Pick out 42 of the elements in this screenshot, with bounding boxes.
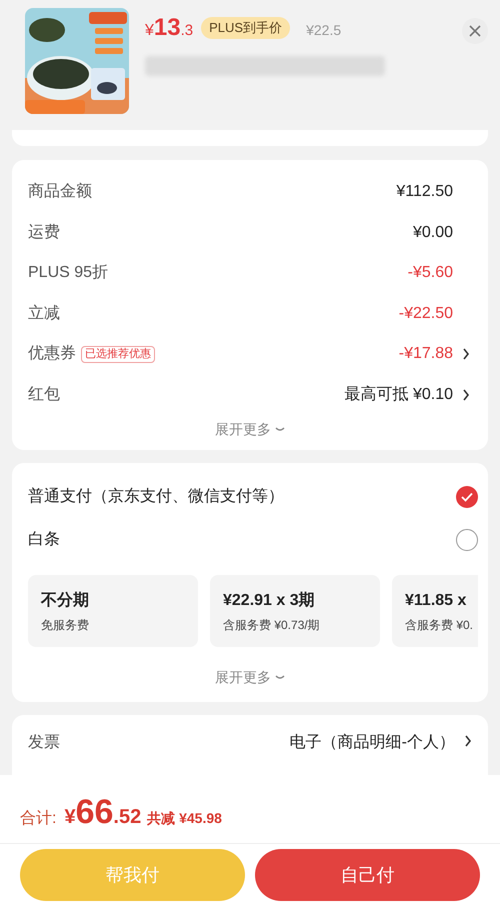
price: 13 <box>154 13 181 43</box>
currency-symbol: ¥ <box>145 21 154 41</box>
row-value: 电子（商品明细-个人） <box>290 732 455 753</box>
chevron-down-icon <box>275 674 285 680</box>
plus-price-badge: PLUS到手价 <box>201 17 290 39</box>
installment-option[interactable]: ¥22.91 x 3期 含服务费 ¥0.73/期 <box>210 575 380 647</box>
checked-radio[interactable] <box>456 486 478 508</box>
row-value: ¥0.00 <box>412 222 453 243</box>
recommended-tag: 已选推荐优惠 <box>81 346 155 363</box>
total-decimal: .52 <box>113 805 142 830</box>
radio-button[interactable] <box>456 528 478 550</box>
savings-amount: 共减 ¥45.98 <box>147 809 222 828</box>
installment-option[interactable]: ¥11.85 x 含服务费 ¥0. <box>392 575 478 647</box>
chevron-right-icon <box>464 735 472 747</box>
original-price: ¥22.5 <box>306 21 342 40</box>
row-value: -¥5.60 <box>408 263 453 284</box>
row-label: 优惠券 <box>28 344 76 364</box>
row-label: 商品金额 <box>28 182 92 202</box>
payment-option[interactable]: 白条 <box>28 518 488 561</box>
payment-option[interactable]: 普通支付（京东支付、微信支付等） <box>28 475 488 518</box>
total-amount: 66 <box>76 795 114 829</box>
installment-option[interactable]: 不分期 免服务费 <box>28 575 198 647</box>
expand-more-button[interactable]: 展开更多 <box>215 419 285 440</box>
row-value: 最高可抵 ¥0.10 <box>344 384 453 405</box>
row-label: 发票 <box>28 733 60 753</box>
row-label: 红包 <box>28 384 60 405</box>
row-label: 立减 <box>28 304 60 324</box>
check-icon <box>461 492 473 502</box>
total-label: 合计: <box>20 808 56 829</box>
price-decimal: .3 <box>180 21 194 41</box>
close-button[interactable] <box>462 18 488 44</box>
row-value: -¥17.88 <box>398 344 453 364</box>
row-label: 运费 <box>28 222 60 243</box>
row-value: ¥112.50 <box>396 182 453 202</box>
row-value: -¥22.50 <box>398 304 453 324</box>
pay-button[interactable]: 自己付 <box>255 849 480 901</box>
expand-more-button[interactable]: 展开更多 <box>215 667 285 688</box>
invoice-row[interactable]: 发票 电子（商品明细-个人） <box>12 715 488 775</box>
row-label: PLUS 95折 <box>28 263 108 284</box>
currency-symbol: ¥ <box>64 805 76 830</box>
close-icon <box>469 25 481 37</box>
chevron-down-icon <box>275 426 285 432</box>
